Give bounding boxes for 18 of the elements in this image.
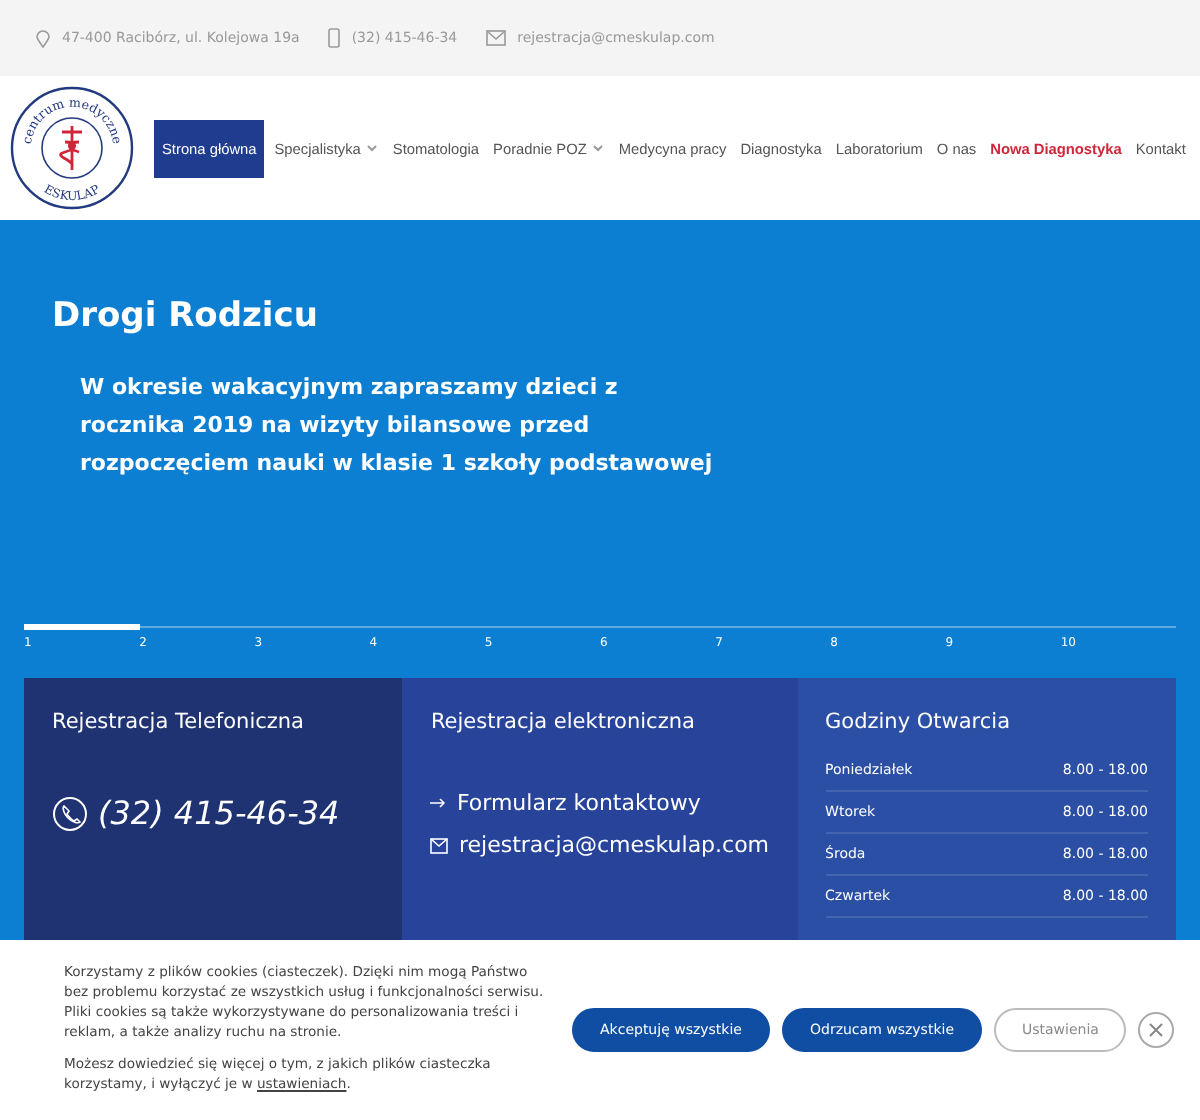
envelope-icon bbox=[430, 837, 449, 853]
arrow-right-icon bbox=[430, 798, 447, 808]
card-title: Rejestracja elektroniczna bbox=[430, 710, 697, 734]
phone-icon bbox=[327, 28, 340, 48]
phone-number: (32) 415-46-34 bbox=[98, 794, 340, 832]
email-link[interactable]: rejestracja@cmeskulap.com bbox=[430, 832, 770, 858]
card-title: Godziny Otwarcia bbox=[825, 710, 1013, 734]
hero-title: Drogi Rodzicu bbox=[52, 296, 320, 336]
close-icon bbox=[1148, 1022, 1165, 1038]
phone-icon bbox=[52, 795, 88, 831]
envelope-icon bbox=[485, 30, 506, 46]
chevron-down-icon bbox=[366, 144, 379, 152]
hero-text: W okresie wakacyjnym zapraszamy dzieci z rocznika 2019 na wizyty bilansowe przed rozpoczęciem nauki w klasie 1 szkoły podstawowej bbox=[80, 372, 715, 480]
form-link[interactable]: Formularz kontaktowy bbox=[430, 790, 770, 816]
card-title: Rejestracja Telefoniczna bbox=[52, 710, 306, 734]
chevron-down-icon bbox=[592, 144, 605, 152]
close-button[interactable] bbox=[1138, 1012, 1175, 1048]
location-pin-icon bbox=[36, 29, 50, 47]
